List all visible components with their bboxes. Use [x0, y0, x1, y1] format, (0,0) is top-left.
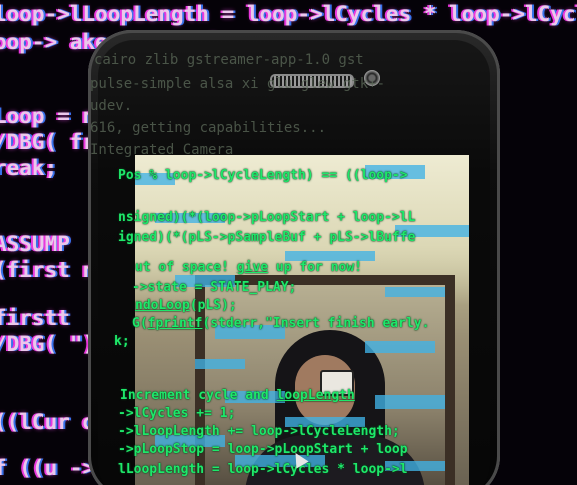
code-line: ->lCycles += 1; [118, 406, 236, 421]
terminal-line: pulse-simple alsa xi glu glew gtk+- [90, 76, 386, 92]
overlay-block [375, 395, 445, 409]
code-line: Increment cycle and loopLength [120, 388, 355, 403]
terminal-line: cairo zlib gstreamer-app-1.0 gst [94, 52, 364, 68]
bg-code-line: firstt [0, 306, 70, 330]
code-line: G(fprintf(stderr,"Insert finish early. [132, 316, 430, 331]
code-line: igned)(*(pLS->pSampleBuf + pLS->lBuffe [118, 230, 416, 245]
terminal-line: udev. [90, 98, 133, 114]
terminal-line: 616, getting capabilities... [90, 120, 327, 136]
code-line: ->state = STATE_PLAY; [132, 280, 297, 295]
code-line: ->pLoopStop = loop->pLoopStart + loop [118, 442, 408, 457]
overlay-block [365, 341, 435, 353]
code-line: lLoopLength = loop->lCycles * loop->l [118, 462, 408, 477]
code-line: Pos % loop->lCycleLength) == ((loop-> [118, 168, 408, 183]
code-line: nsigned)(*(loop->pLoopStart + loop->lL [118, 210, 416, 225]
overlay-block [385, 287, 445, 297]
bg-code-line: ASSUMP [0, 232, 70, 256]
photo-scene: loop->lLoopLength = loop->lCycles * loop… [0, 0, 577, 485]
code-line: k; [114, 334, 130, 349]
bg-code-line: reak; [0, 156, 58, 180]
bg-code-line: loop->lLoopLength = loop->lCycles * loop… [0, 2, 577, 26]
code-line: ut of space! give up for now! [135, 260, 362, 275]
overlay-block [195, 359, 245, 369]
code-line: ->lLoopLength += loop->lCycleLength; [118, 424, 400, 439]
code-line: ndoLoop(pLS); [135, 298, 237, 313]
